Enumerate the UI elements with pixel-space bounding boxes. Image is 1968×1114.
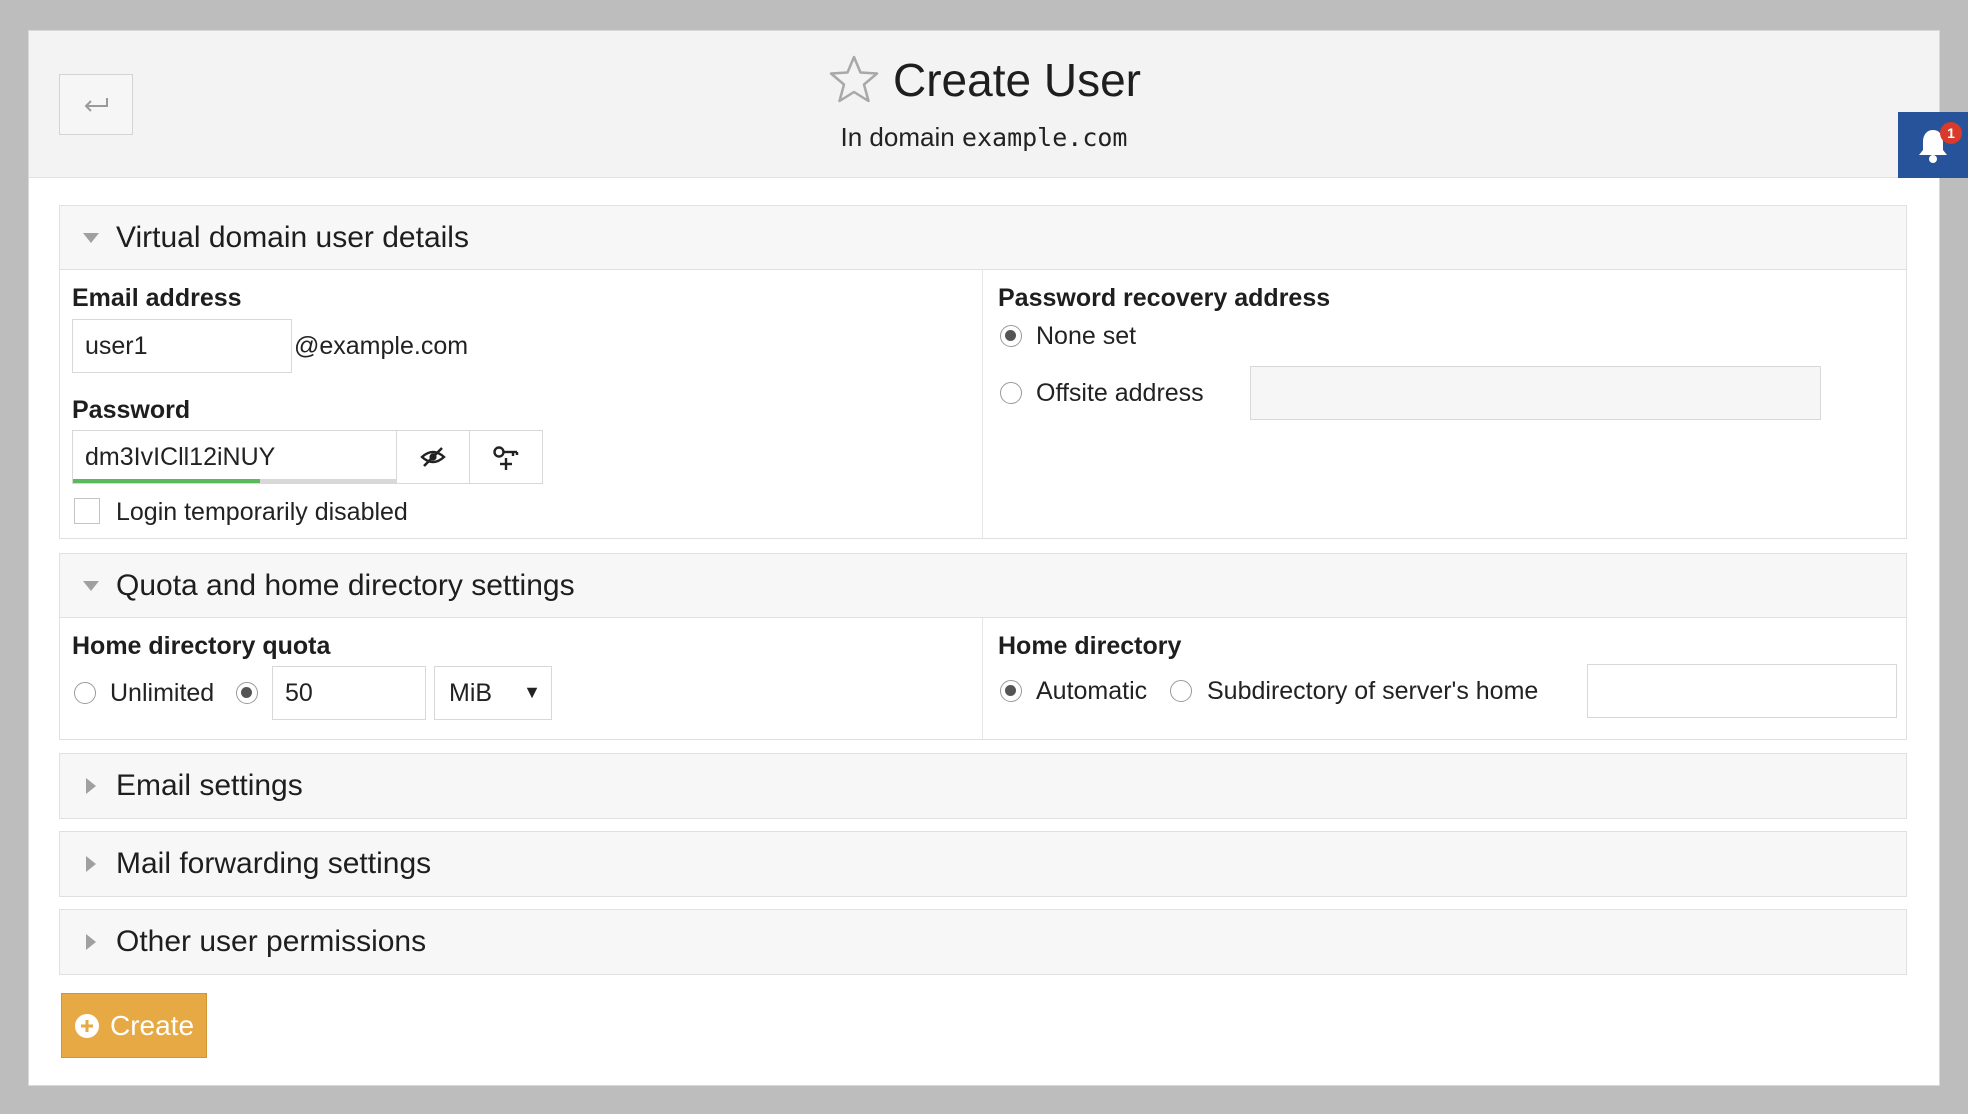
home-subdir-radio[interactable] <box>1170 680 1192 702</box>
quota-label: Home directory quota <box>72 632 331 660</box>
subtitle-domain: example.com <box>961 123 1128 152</box>
recovery-offsite-label: Offsite address <box>1036 379 1204 407</box>
subtitle-prefix: In domain <box>840 122 955 152</box>
plus-circle-icon <box>74 1013 99 1038</box>
expand-triangle-icon <box>80 777 102 795</box>
section-mail-forwarding: Mail forwarding settings <box>59 831 1907 897</box>
section-title: Other user permissions <box>116 925 427 958</box>
recovery-none-radio[interactable] <box>1000 325 1022 347</box>
home-auto-radio[interactable] <box>1000 680 1022 702</box>
notification-count-badge: 1 <box>1940 122 1962 144</box>
page-subtitle: In domain example.com <box>29 122 1939 153</box>
section-other-permissions: Other user permissions <box>59 909 1907 975</box>
login-disabled-label: Login temporarily disabled <box>116 498 408 526</box>
section-header-quota[interactable]: Quota and home directory settings <box>60 554 1906 618</box>
page-title: Create User <box>893 54 1141 106</box>
password-strength-bar <box>73 479 260 483</box>
dropdown-arrow-icon: ▼ <box>523 682 541 702</box>
quota-value-input[interactable]: 50 <box>272 666 426 720</box>
email-domain-suffix: @example.com <box>294 332 469 360</box>
quota-unlimited-radio[interactable] <box>74 682 96 704</box>
recovery-offsite-input[interactable] <box>1250 366 1821 420</box>
section-header-email-settings[interactable]: Email settings <box>60 754 1906 818</box>
section-title: Quota and home directory settings <box>116 568 575 602</box>
section-header-user-details[interactable]: Virtual domain user details <box>60 206 1906 270</box>
quota-custom-radio[interactable] <box>236 682 258 704</box>
section-header-mail-forwarding[interactable]: Mail forwarding settings <box>60 832 1906 896</box>
expand-triangle-icon <box>80 933 102 951</box>
email-label: Email address <box>72 284 242 312</box>
password-field[interactable]: dm3IvICll12iNUY <box>72 430 397 484</box>
key-plus-icon <box>493 446 519 470</box>
home-subdir-input[interactable] <box>1587 664 1897 718</box>
section-title: Mail forwarding settings <box>116 847 432 880</box>
home-auto-label: Automatic <box>1036 677 1148 705</box>
section-quota: Quota and home directory settings Home d… <box>59 553 1907 740</box>
create-button-label: Create <box>109 1009 195 1041</box>
eye-slash-icon <box>420 447 446 467</box>
title-block: Create User In domain example.com <box>29 53 1939 153</box>
recovery-label: Password recovery address <box>998 284 1331 312</box>
section-body-user-details: Email address user1 @example.com Passwor… <box>60 270 1906 538</box>
recovery-none-label: None set <box>1036 322 1137 350</box>
column-divider <box>982 618 983 739</box>
quota-unit-value: MiB <box>449 678 493 707</box>
email-field[interactable]: user1 <box>72 319 292 373</box>
section-body-quota: Home directory quota Unlimited 50 MiB ▼ … <box>60 618 1906 739</box>
expand-triangle-icon <box>80 855 102 873</box>
create-button[interactable]: Create <box>61 993 207 1058</box>
create-user-window: Create User In domain example.com Virtua… <box>28 30 1940 1086</box>
quota-unit-select[interactable]: MiB ▼ <box>434 666 552 720</box>
section-title: Virtual domain user details <box>116 220 469 254</box>
toggle-password-visibility-button[interactable] <box>396 430 470 484</box>
password-label: Password <box>72 396 191 424</box>
home-directory-label: Home directory <box>998 632 1182 660</box>
generate-password-button[interactable] <box>469 430 543 484</box>
star-icon[interactable] <box>827 53 881 107</box>
quota-unlimited-label: Unlimited <box>110 679 215 707</box>
recovery-offsite-radio[interactable] <box>1000 382 1022 404</box>
home-subdir-label: Subdirectory of server's home <box>1207 677 1539 705</box>
column-divider <box>982 270 983 538</box>
section-header-other-permissions[interactable]: Other user permissions <box>60 910 1906 974</box>
notifications-button[interactable]: 1 <box>1898 112 1968 178</box>
collapse-triangle-icon <box>80 232 102 244</box>
page-header: Create User In domain example.com <box>29 31 1939 178</box>
section-email-settings: Email settings <box>59 753 1907 819</box>
collapse-triangle-icon <box>80 580 102 592</box>
section-user-details: Virtual domain user details Email addres… <box>59 205 1907 539</box>
login-disabled-checkbox[interactable] <box>74 498 100 524</box>
section-title: Email settings <box>116 769 303 802</box>
